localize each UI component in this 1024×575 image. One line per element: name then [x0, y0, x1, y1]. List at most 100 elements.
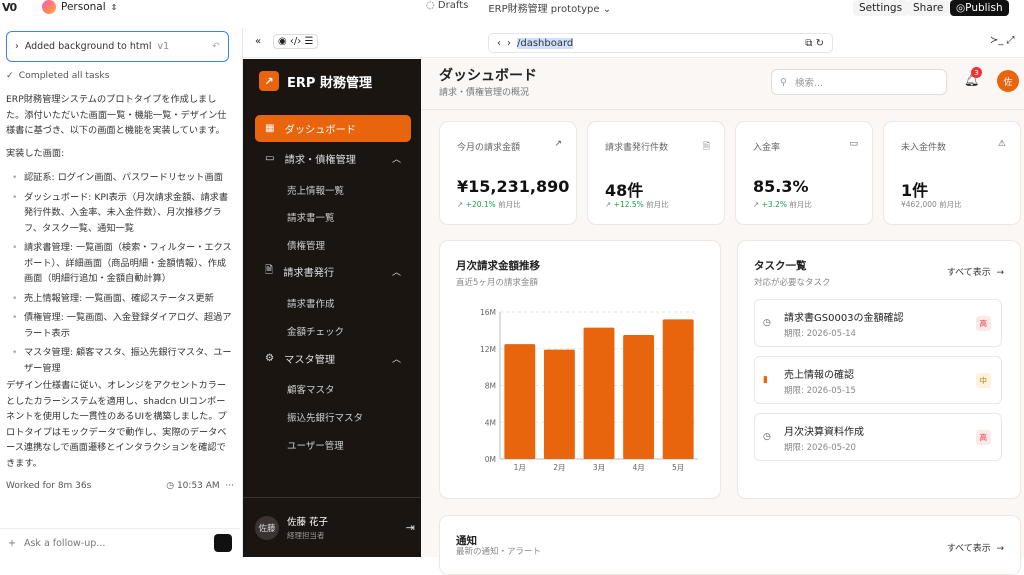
page-subtitle: 請求・債権管理の概況 — [439, 88, 530, 98]
drafts-link[interactable]: ◌ Drafts — [426, 0, 468, 15]
v0-logo[interactable]: V0 — [2, 1, 17, 14]
x-tick-label: 3月 — [593, 463, 605, 472]
sidebar-item-users[interactable]: ユーザー管理 — [287, 438, 344, 452]
divider — [421, 109, 1024, 110]
kpi-trend: ¥462,000 前月比 — [901, 200, 962, 209]
sidebar-item-invoices[interactable]: 請求書一覧 — [287, 210, 335, 224]
app-sidebar: ↗ ERP 財務管理 ▦ ダッシュボード ▭ 請求・債権管理 ︿ 売上情報一覧 請求書一… — [243, 59, 421, 557]
task-title: タスク一覧 — [754, 260, 807, 272]
kpi-value: 85.3% — [753, 177, 809, 196]
terminal-icon[interactable]: ≻_ ⤢ — [990, 35, 1015, 46]
priority-badge: 高 — [975, 316, 991, 331]
grid-icon: ▦ — [265, 123, 275, 134]
nav-issue-invoice[interactable]: 🗎 請求書発行 ︿ — [255, 258, 411, 285]
sidebar-item-receivables[interactable]: 債権管理 — [287, 238, 325, 252]
bell-icon[interactable]: 🔔︎ 3 — [964, 67, 982, 87]
sidebar-item-banks[interactable]: 振込先銀行マスタ — [287, 410, 363, 424]
kpi-value: 1件 — [901, 181, 929, 200]
task-item[interactable]: ◷ 月次決算資料作成 期限: 2026-05-20 高 — [754, 413, 1002, 461]
kpi-label: 未入金件数 — [901, 143, 947, 153]
search-input[interactable]: ⚲ 検索... — [771, 69, 947, 95]
user-role: 経理担当者 — [287, 531, 325, 540]
dashboard-main: ダッシュボード 請求・債権管理の概況 ⚲ 検索... 🔔︎ 3 佐 今月の請求金額 ↗… — [421, 59, 1024, 575]
x-tick-label: 1月 — [514, 463, 526, 472]
view-all-link[interactable]: すべて表示 → — [947, 265, 1004, 278]
task-subtitle: 対応が必要なタスク — [754, 278, 831, 288]
url-path[interactable]: /dashboard — [517, 37, 574, 49]
kpi-label: 請求書発行件数 — [605, 143, 669, 153]
list-item: 売上情報管理: 一覧画面、確認ステータス更新 — [6, 291, 232, 307]
version-message[interactable]: › Added background to html v1 ↶ — [6, 31, 229, 62]
completed-status: ✓ Completed all tasks — [6, 70, 110, 81]
notice-card: 通知 最新の通知・アラート すべて表示 → — [439, 515, 1021, 575]
sidebar-item-sales[interactable]: 売上情報一覧 — [287, 183, 344, 197]
back-icon[interactable]: ‹ — [497, 38, 501, 49]
gear-icon: ⚙ — [265, 353, 275, 364]
list-item: ダッシュボード: KPI表示（月次請求金額、請求書発行件数、入金率、未入金件数）… — [6, 190, 232, 237]
divider — [243, 497, 421, 498]
url-bar[interactable]: ‹ › /dashboard ⧉ ↻ — [488, 33, 833, 53]
followup-input[interactable]: Ask a follow-up... — [24, 538, 105, 549]
timestamp: ◷ 10:53 AM ··· — [166, 481, 234, 491]
x-tick-label: 2月 — [553, 463, 565, 472]
file-icon: 🗎 — [702, 142, 710, 152]
chart-card: 月次請求金額推移 直近5ヶ月の請求金額 0M 4M 8M 12M 16M 1月 2月 3月 4月… — [439, 240, 721, 499]
publish-button[interactable]: ◎ Publish — [950, 0, 1009, 16]
sidebar-item-amount-check[interactable]: 金額チェック — [287, 324, 344, 338]
followup-bar: + Ask a follow-up... — [0, 528, 240, 557]
bar — [543, 349, 575, 459]
project-name[interactable]: ERP財務管理 prototype ⌄ — [488, 0, 611, 15]
view-all-link[interactable]: すべて表示 → — [947, 541, 1004, 554]
task-item[interactable]: ▮ 売上情報の確認 期限: 2026-05-15 中 — [754, 356, 1002, 404]
kpi-card-invoices: 請求書発行件数 🗎 48件 ↗ +12.5% 前月比 — [587, 121, 725, 225]
settings-button[interactable]: Settings — [853, 0, 909, 16]
nav-dashboard[interactable]: ▦ ダッシュボード — [255, 115, 411, 142]
list-item: マスタ管理: 顧客マスタ、振込先銀行マスタ、ユーザー管理 — [6, 345, 232, 376]
kpi-card-payment-rate: 入金率 ▭ 85.3% ↗ +3.2% 前月比 — [735, 121, 873, 225]
task-item[interactable]: ◷ 請求書GS0003の金額確認 期限: 2026-05-14 高 — [754, 299, 1002, 347]
logout-icon[interactable]: ⇥ — [406, 521, 415, 534]
chat-pane: › Added background to html v1 ↶ ✓ Completed … — [0, 28, 240, 557]
y-tick-label: 4M — [485, 418, 496, 427]
chevron-up-icon: ︿ — [391, 155, 401, 165]
app-brand[interactable]: ↗ ERP 財務管理 — [259, 71, 372, 91]
nav-billing[interactable]: ▭ 請求・債権管理 ︿ — [255, 145, 411, 172]
open-external-icon[interactable]: ⧉ ↻ — [805, 38, 824, 49]
collapse-icon[interactable]: « — [255, 36, 261, 47]
kpi-value: 48件 — [605, 181, 644, 200]
chevron-right-icon: › — [15, 41, 19, 52]
check-circle-icon: ✓ — [6, 70, 14, 81]
y-tick-label: 0M — [485, 455, 496, 464]
avatar[interactable]: 佐 — [997, 70, 1019, 92]
bar — [662, 319, 694, 459]
task-card: タスク一覧 対応が必要なタスク すべて表示 → ◷ 請求書GS0003の金額確認期… — [737, 240, 1021, 499]
chevron-up-icon: ︿ — [391, 268, 401, 278]
bar — [583, 327, 615, 459]
workspace-switcher[interactable]: Personal ⇕ — [42, 0, 117, 14]
restore-icon[interactable]: ↶ — [212, 41, 220, 52]
avatar: 佐藤 — [255, 515, 279, 540]
kpi-card-billing: 今月の請求金額 ↗ ¥15,231,890 ↗ +20.1% 前月比 — [439, 121, 577, 225]
view-toggle[interactable]: ◉ ‹/› ☰ — [273, 34, 319, 49]
y-tick-label: 12M — [480, 345, 496, 354]
intro-text: ERP財務管理システムのプロトタイプを作成しました。添付いただいた画面一覧・機能… — [6, 94, 227, 136]
y-tick-label: 8M — [485, 382, 496, 391]
mic-button[interactable] — [214, 534, 232, 552]
sidebar-item-create-invoice[interactable]: 請求書作成 — [287, 296, 335, 310]
plus-icon[interactable]: + — [8, 538, 16, 549]
share-button[interactable]: Share — [907, 0, 950, 16]
card-icon: ▭ — [265, 153, 275, 164]
user-profile[interactable]: 佐藤 佐藤 花子 経理担当者 ⇥ — [255, 514, 415, 541]
forward-icon[interactable]: › — [507, 38, 511, 49]
priority-badge: 高 — [975, 430, 991, 445]
list-item: 認証系: ログイン画面、パスワードリセット画面 — [6, 170, 232, 186]
nav-master[interactable]: ⚙ マスタ管理 ︿ — [255, 345, 411, 372]
impl-heading: 実装した画面: — [6, 148, 65, 159]
workspace-name: Personal — [61, 1, 106, 13]
trend-up-icon: ↗ — [554, 139, 562, 149]
chevron-up-icon: ︿ — [391, 355, 401, 365]
worked-duration[interactable]: Worked for 8m 36s — [6, 481, 91, 491]
kpi-label: 入金率 — [753, 143, 781, 153]
sidebar-item-customers[interactable]: 顧客マスタ — [287, 382, 335, 396]
version-title: Added background to html — [24, 41, 152, 52]
